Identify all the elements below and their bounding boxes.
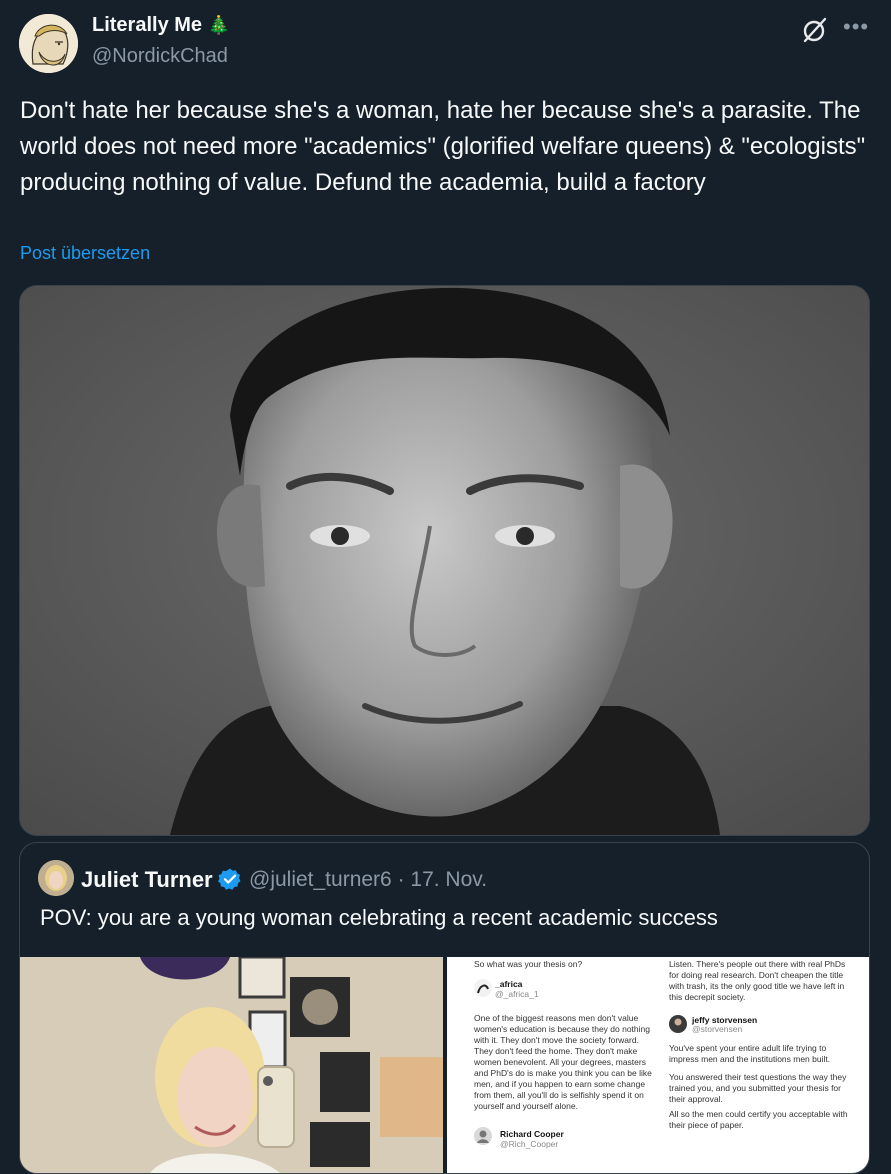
quote-author-handle[interactable]: @juliet_turner6: [249, 868, 392, 891]
quote-author-meta: @juliet_turner6 · 17. Nov.: [249, 868, 487, 892]
screenshot-text-b2a: You've spent your entire adult life tryi…: [669, 1043, 831, 1064]
screenshot-handle-b2: @storvensen: [692, 1024, 743, 1034]
screenshot-text-b2b: You answered their test questions the wa…: [669, 1072, 847, 1104]
author-avatar[interactable]: [19, 14, 78, 73]
screenshot-avatar-2: [474, 1127, 492, 1148]
screenshot-text-b2c: All so the men could certify you accepta…: [669, 1109, 848, 1130]
screenshot-avatar-3: [669, 1015, 687, 1036]
spiral-avatar-icon: [474, 979, 492, 997]
quote-date[interactable]: 17. Nov.: [410, 868, 487, 891]
post-text: Don't hate her because she's a woman, ha…: [20, 97, 866, 196]
screenshot-text-b1: Listen. There's people out there with re…: [669, 959, 846, 1002]
author-name[interactable]: Literally Me 🎄: [92, 14, 230, 37]
person-avatar-icon: [669, 1015, 687, 1033]
author-name-text: Literally Me: [92, 14, 203, 36]
more-dots-icon[interactable]: •••: [843, 14, 869, 40]
quote-author-avatar[interactable]: [38, 860, 74, 896]
quote-author-name[interactable]: Juliet Turner: [81, 867, 213, 893]
portrait-photo: [20, 286, 869, 835]
selfie-photo: [20, 957, 443, 1173]
person-avatar-icon: [474, 1127, 492, 1145]
meta-separator: ·: [397, 868, 411, 891]
screenshot-text-1: One of the biggest reasons men don't val…: [474, 1013, 652, 1111]
screenshot-avatar-1: [474, 979, 492, 1000]
verified-badge-icon: [218, 867, 242, 891]
chad-avatar-icon: [19, 14, 78, 73]
woman-avatar-icon: [38, 860, 74, 896]
translate-post-link[interactable]: Post übersetzen: [20, 243, 150, 264]
grok-icon[interactable]: [801, 16, 829, 44]
quoted-post[interactable]: Juliet Turner @juliet_turner6 · 17. Nov.…: [19, 842, 870, 1174]
screenshot-handle-2: @Rich_Cooper: [500, 1139, 559, 1149]
tree-emoji-icon: 🎄: [207, 15, 231, 35]
screenshot-handle-1: @_africa_1: [495, 989, 539, 999]
quote-text: POV: you are a young woman celebrating a…: [40, 905, 718, 930]
quote-photo-selfie[interactable]: [20, 957, 443, 1173]
post-image[interactable]: [19, 285, 870, 836]
quote-photo-screenshot[interactable]: So what was your thesis on? _africa @_af…: [447, 957, 869, 1173]
screenshot-question: So what was your thesis on?: [474, 959, 583, 969]
author-handle[interactable]: @NordickChad: [92, 45, 228, 68]
